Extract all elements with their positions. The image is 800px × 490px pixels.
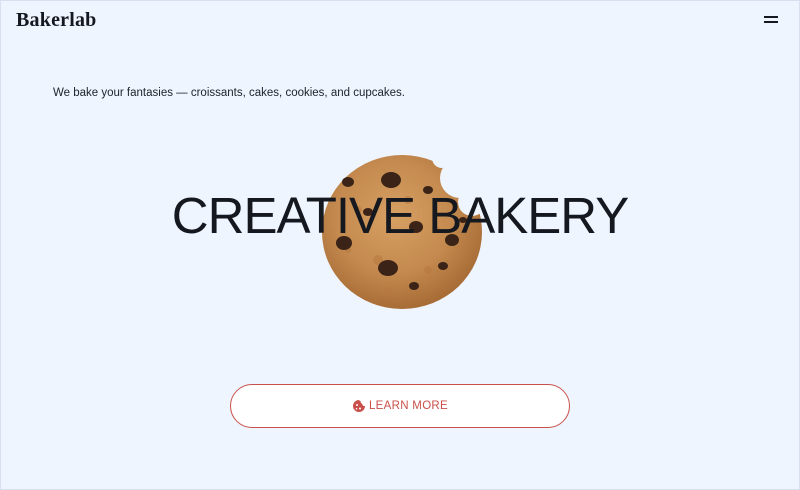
hero-headline: CREATIVE BAKERY [171, 187, 629, 244]
cookie-icon [352, 399, 366, 413]
learn-more-button[interactable]: LEARN MORE [230, 384, 570, 428]
hero-tagline: We bake your fantasies — croissants, cak… [53, 87, 405, 99]
hamburger-menu-icon[interactable] [764, 16, 778, 24]
menu-line [764, 21, 778, 23]
learn-more-label: LEARN MORE [368, 400, 449, 412]
brand-logo[interactable]: Bakerlab [16, 9, 97, 32]
menu-line [764, 16, 778, 18]
